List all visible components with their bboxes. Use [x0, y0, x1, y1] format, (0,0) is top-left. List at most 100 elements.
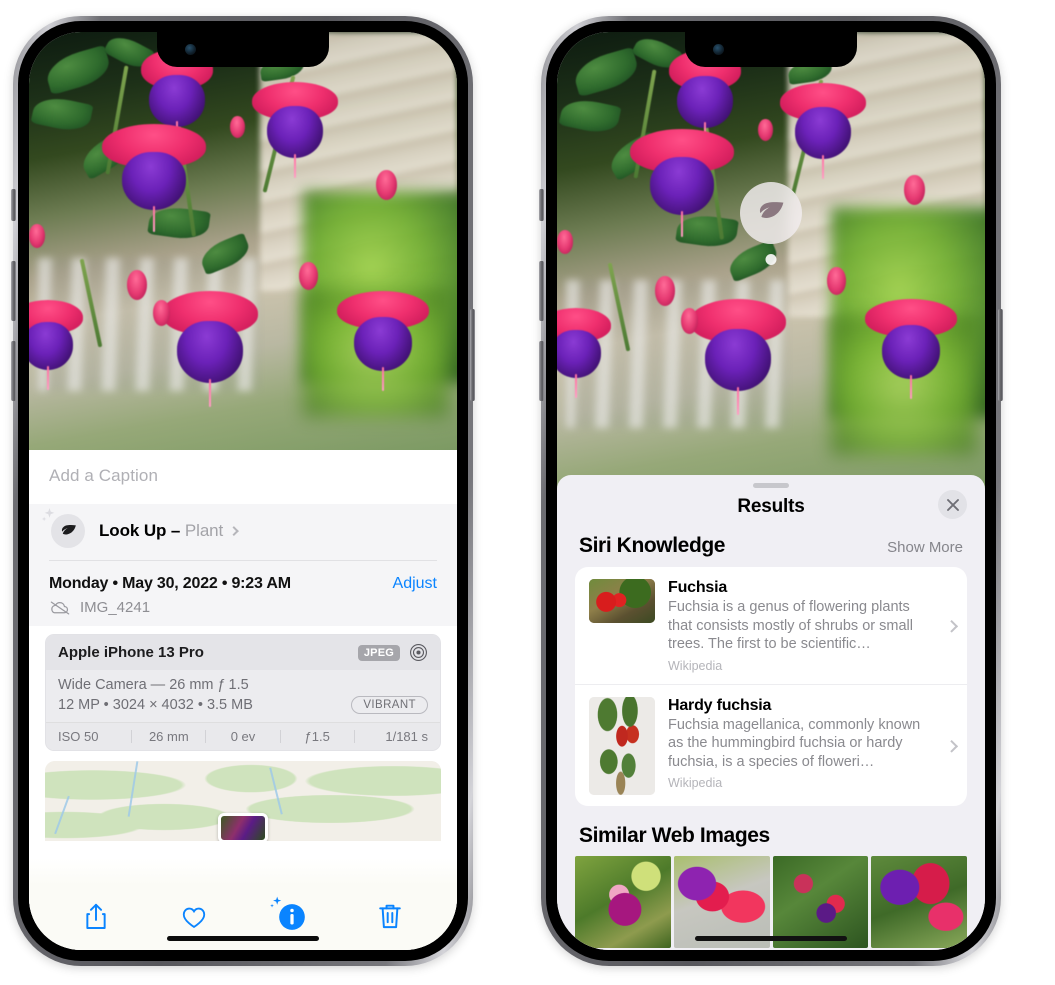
photo-fuchsia-bloom — [629, 128, 734, 237]
sheet-fade — [29, 858, 457, 892]
knowledge-card[interactable]: Fuchsia Fuchsia is a genus of flowering … — [575, 567, 967, 684]
device-bezel-right: Results Siri Knowledge Show More Fuchsia… — [539, 21, 1003, 961]
share-button[interactable] — [82, 902, 110, 932]
results-header: Results — [557, 488, 985, 532]
aperture-icon — [410, 644, 427, 661]
date-block: Monday • May 30, 2022 • 9:23 AM Adjust I… — [29, 561, 457, 626]
photo-fuchsia-bloom — [161, 291, 258, 408]
web-image-thumbnail[interactable] — [575, 855, 671, 948]
camera-device-row: Apple iPhone 13 Pro JPEG — [46, 635, 440, 670]
photo-bud — [153, 299, 171, 326]
photo-bud — [230, 115, 246, 138]
home-indicator-left[interactable] — [167, 936, 319, 941]
photo-bud — [557, 229, 573, 254]
look-up-row[interactable]: Look Up – Plant — [29, 504, 457, 560]
web-image-thumbnail[interactable] — [772, 855, 869, 948]
photo-bud — [375, 169, 397, 200]
home-indicator-right[interactable] — [695, 936, 847, 941]
info-visual-lookup-button[interactable] — [270, 896, 306, 932]
section-title: Siri Knowledge — [579, 534, 726, 557]
silence-switch-left[interactable] — [11, 189, 16, 221]
results-sheet: Results Siri Knowledge Show More Fuchsia… — [557, 475, 985, 950]
camera-detail-rows: Wide Camera — 26 mm ƒ 1.5 12 MP • 3024 ×… — [46, 670, 440, 722]
visual-lookup-anchor-dot — [765, 254, 777, 265]
side-power-button-right[interactable] — [998, 309, 1003, 401]
photo-info-sheet: Add a Caption Look Up – Plant Monday • M… — [29, 450, 457, 950]
map-photo-pin[interactable] — [218, 813, 268, 841]
side-power-button-left[interactable] — [470, 309, 475, 401]
close-icon — [946, 498, 959, 511]
volume-up-button-left[interactable] — [11, 261, 16, 321]
photo-bud — [903, 174, 925, 205]
knowledge-description: Fuchsia magellanica, commonly known as t… — [668, 716, 921, 770]
device-bezel-left: Add a Caption Look Up – Plant Monday • M… — [11, 21, 475, 961]
photo-viewer-left[interactable] — [29, 32, 457, 450]
screen-right: Results Siri Knowledge Show More Fuchsia… — [557, 32, 985, 950]
size-line: 12 MP • 3024 × 4032 • 3.5 MB — [58, 697, 253, 713]
camera-device-name: Apple iPhone 13 Pro — [58, 644, 204, 661]
leaf-icon — [61, 524, 76, 534]
knowledge-source: Wikipedia — [668, 658, 723, 673]
volume-down-button-left[interactable] — [11, 341, 16, 401]
silence-switch-right[interactable] — [539, 189, 544, 221]
volume-up-button-right[interactable] — [539, 261, 544, 321]
lens-line: Wide Camera — 26 mm ƒ 1.5 — [58, 677, 249, 693]
device-notch-right — [685, 32, 857, 67]
similar-web-images-title: Similar Web Images — [579, 823, 770, 847]
iphone-left-device: Add a Caption Look Up – Plant Monday • M… — [11, 16, 475, 966]
look-up-prefix: Look Up – — [99, 521, 185, 540]
delete-button[interactable] — [376, 902, 404, 932]
photo-fuchsia-bloom — [29, 299, 84, 392]
file-name: IMG_4241 — [80, 599, 151, 616]
chevron-right-icon — [229, 526, 240, 537]
photo-fuchsia-bloom — [337, 291, 430, 392]
close-button[interactable] — [938, 490, 967, 519]
exif-shutter: 1/181 s — [385, 729, 429, 744]
sparkle-icon — [41, 507, 58, 524]
device-notch-left — [157, 32, 329, 67]
exif-aperture: ƒ1.5 — [304, 729, 330, 744]
lookup-section: Look Up – Plant — [29, 504, 457, 561]
leaf-badge — [41, 508, 85, 548]
results-title: Results — [737, 496, 805, 517]
similar-web-images-row — [557, 855, 985, 948]
photo-fuchsia-bloom — [101, 123, 206, 232]
look-up-subject: Plant — [184, 521, 224, 540]
icloud-slash-icon — [50, 600, 70, 615]
photographic-style-chip: VIBRANT — [351, 696, 428, 714]
photo-fuchsia-bloom — [865, 298, 958, 399]
siri-knowledge-header: Siri Knowledge Show More — [557, 532, 985, 567]
photo-fuchsia-bloom — [689, 298, 786, 415]
screenshot-stage: Add a Caption Look Up – Plant Monday • M… — [0, 0, 1055, 985]
exif-ev: 0 ev — [230, 729, 256, 744]
camera-metadata-card[interactable]: Apple iPhone 13 Pro JPEG Wide Camera — 2… — [45, 634, 441, 751]
knowledge-title: Fuchsia — [668, 579, 728, 596]
knowledge-source: Wikipedia — [668, 776, 723, 791]
photo-fuchsia-bloom — [251, 82, 338, 179]
front-camera-icon — [713, 44, 724, 55]
visual-lookup-badge[interactable] — [740, 182, 802, 244]
volume-down-button-right[interactable] — [539, 341, 544, 401]
iphone-right-device: Results Siri Knowledge Show More Fuchsia… — [539, 16, 1003, 966]
knowledge-card[interactable]: Hardy fuchsia Fuchsia magellanica, commo… — [575, 683, 967, 806]
web-image-thumbnail[interactable] — [673, 855, 770, 948]
exif-row: ISO 50 26 mm 0 ev ƒ1.5 1/181 s — [46, 722, 440, 750]
web-image-thumbnail[interactable] — [871, 855, 967, 948]
sparkle-icon — [269, 896, 283, 910]
screen-left: Add a Caption Look Up – Plant Monday • M… — [29, 32, 457, 950]
location-map-card[interactable] — [45, 761, 441, 841]
siri-knowledge-cards: Fuchsia Fuchsia is a genus of flowering … — [575, 567, 967, 806]
look-up-label: Look Up – Plant — [99, 521, 240, 541]
adjust-button[interactable]: Adjust — [393, 575, 437, 593]
hardy-fuchsia-thumbnail — [589, 696, 655, 795]
exif-focal: 26 mm — [148, 729, 189, 744]
caption-field[interactable]: Add a Caption — [29, 450, 457, 504]
favorite-button[interactable] — [180, 902, 208, 932]
format-chip: JPEG — [357, 644, 400, 661]
show-more-button[interactable]: Show More — [887, 539, 963, 556]
fuchsia-thumbnail — [589, 579, 655, 623]
knowledge-description: Fuchsia is a genus of flowering plants t… — [668, 599, 913, 653]
photo-toolbar — [29, 892, 457, 950]
exif-iso: ISO 50 — [58, 729, 99, 744]
photo-bud — [826, 266, 846, 295]
